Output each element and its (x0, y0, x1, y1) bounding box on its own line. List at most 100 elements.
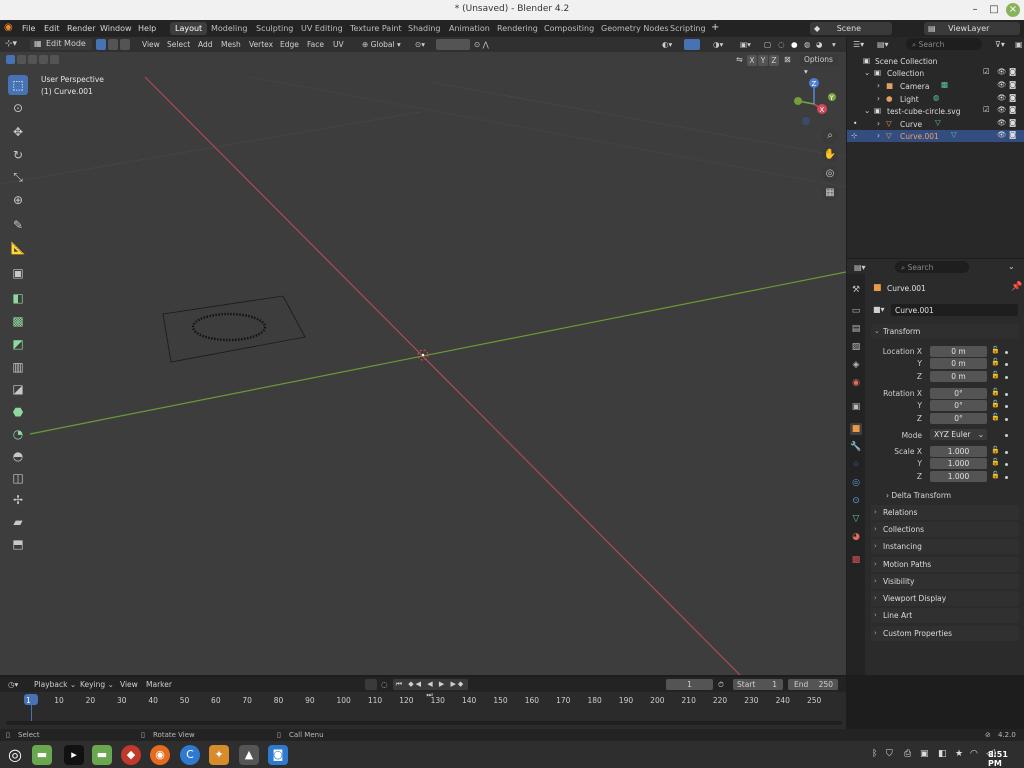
camera-render-icon[interactable]: ◙ (1009, 67, 1016, 76)
keyframe-dot[interactable] (1005, 351, 1008, 354)
axis-toggle-y[interactable]: Y (758, 55, 768, 66)
folder-icon[interactable]: ▬ (92, 745, 112, 765)
edge-slide-tool-icon[interactable]: ◫ (8, 468, 28, 488)
tab-uv-editing[interactable]: UV Editing (296, 22, 348, 35)
menu-edit[interactable]: Edit (44, 24, 60, 33)
spin-tool-icon[interactable]: ◔ (8, 424, 28, 444)
outliner-search-input[interactable]: ⌕ Search (906, 38, 982, 50)
move-tool-icon[interactable]: ✥ (8, 122, 28, 142)
material-tab-icon[interactable]: ◕ (850, 531, 862, 543)
visibility-icon[interactable]: ◐▾ (662, 39, 672, 50)
outliner-row-curve[interactable]: • › ▽ Curve ▽ 👁 ◙ (847, 118, 1024, 130)
toggle-xray-icon[interactable]: ▢ (764, 39, 771, 50)
menu-uv[interactable]: UV (333, 39, 344, 50)
menu-select[interactable]: Select (167, 39, 190, 50)
menu-view[interactable]: View (142, 39, 160, 50)
rendered-shading-icon[interactable]: ◕ (816, 39, 823, 50)
menu-face[interactable]: Face (307, 39, 324, 50)
keyframe-dot[interactable] (1005, 463, 1008, 466)
eye-icon[interactable]: 👁 (997, 105, 1007, 114)
lock-icon[interactable]: 🔓 (991, 371, 1000, 379)
tab-scripting[interactable]: Scripting (665, 22, 711, 35)
eye-icon[interactable]: 👁 (997, 118, 1007, 127)
menu-keying[interactable]: Keying ⌄ (80, 679, 114, 690)
keying-set-icon[interactable]: ◌ (381, 679, 388, 690)
keyframe-dot[interactable] (1005, 363, 1008, 366)
solid-shading-icon[interactable]: ● (791, 39, 798, 50)
viewport-scene[interactable]: Z X Y (0, 37, 846, 675)
zoom-icon[interactable]: ⌕ (822, 128, 838, 144)
camera-render-icon[interactable]: ◙ (1009, 130, 1016, 139)
measure-tool-icon[interactable]: 📐 (8, 238, 28, 258)
keyframe-dot[interactable] (1005, 434, 1008, 437)
keyframe-dot[interactable] (1005, 476, 1008, 479)
rotation-y-field[interactable]: 0° (930, 400, 987, 411)
start-frame-field[interactable]: Start 1 (733, 679, 783, 690)
outliner-row-curve-001[interactable]: ⊹ › ▽ Curve.001 ▽ 👁 ◙ (847, 130, 1024, 142)
eye-icon[interactable]: 👁 (997, 67, 1007, 76)
keyframe-dot[interactable] (1005, 393, 1008, 396)
select-invert-icon[interactable] (39, 55, 48, 64)
keyframe-dot[interactable] (1005, 451, 1008, 454)
panel-visibility[interactable]: › Visibility (871, 574, 1019, 589)
rotation-x-field[interactable]: 0° (930, 388, 987, 399)
scene-selector[interactable]: ◆ Scene (810, 22, 892, 35)
shrink-fatten-tool-icon[interactable]: ✢ (8, 490, 28, 510)
lock-icon[interactable]: ⊠ (784, 55, 791, 64)
output-tab-icon[interactable]: ▤ (850, 323, 862, 335)
blender-logo-icon[interactable]: ◉ (4, 22, 18, 33)
menu-mesh[interactable]: Mesh (221, 39, 241, 50)
gimp-icon[interactable]: ✦ (209, 745, 229, 765)
object-name-field[interactable]: Curve.001 (891, 304, 1018, 316)
tab-shading[interactable]: Shading (403, 22, 446, 35)
location-x-field[interactable]: 0 m (930, 346, 987, 357)
panel-transform[interactable]: ⌄ Transform (871, 324, 1019, 339)
panel-line-art[interactable]: › Line Art (871, 608, 1019, 623)
menu-add[interactable]: Add (198, 39, 213, 50)
location-y-field[interactable]: 0 m (930, 358, 987, 369)
tab-layout[interactable]: Layout (170, 22, 208, 35)
edge-select-icon[interactable] (108, 39, 118, 50)
collection-tab-icon[interactable]: ▣ (850, 401, 862, 413)
playback-controls[interactable]: ⏮ ◆◀ ◀ ▶ ▶◆ ⏭ (393, 679, 468, 699)
mirror-icon[interactable]: ⇋ (736, 55, 743, 64)
menu-marker[interactable]: Marker (146, 679, 172, 690)
tab-compositing[interactable]: Compositing (539, 22, 599, 35)
camera-view-icon[interactable]: ◎ (822, 166, 838, 182)
timeline-editor-icon[interactable]: ◷▾ (8, 679, 18, 690)
chevron-down-icon[interactable]: ⌄ (864, 106, 870, 115)
location-z-field[interactable]: 0 m (930, 371, 987, 382)
rip-tool-icon[interactable]: ⬒ (8, 534, 28, 554)
loop-cut-tool-icon[interactable]: ▥ (8, 357, 28, 377)
lock-icon[interactable]: 🔓 (991, 358, 1000, 366)
view-layer-selector[interactable]: ▤ ViewLayer (924, 22, 1020, 35)
eye-icon[interactable]: 👁 (997, 130, 1007, 139)
current-frame-field[interactable]: 1 (666, 679, 713, 690)
inset-tool-icon[interactable]: ▩ (8, 311, 28, 331)
select-intersect-icon[interactable] (50, 55, 59, 64)
mint-menu-icon[interactable]: ◎ (5, 745, 25, 765)
poly-build-tool-icon[interactable]: ⬣ (8, 402, 28, 422)
tab-geometry-nodes[interactable]: Geometry Nodes (596, 22, 673, 35)
object-type-icon[interactable]: ■▾ (873, 305, 885, 314)
lock-icon[interactable]: 🔓 (991, 446, 1000, 454)
star-icon[interactable]: ★ (955, 749, 963, 759)
eye-icon[interactable]: 👁 (997, 93, 1007, 102)
menu-vertex[interactable]: Vertex (249, 39, 273, 50)
smooth-tool-icon[interactable]: ◓ (8, 446, 28, 466)
lock-icon[interactable]: 🔓 (991, 400, 1000, 408)
constraints-tab-icon[interactable]: ⊙ (850, 495, 862, 507)
pivot-icon[interactable]: ⊙▾ (415, 39, 425, 50)
select-box-tool-icon[interactable]: ⬚ (8, 75, 28, 95)
mode-selector[interactable]: ▦ Edit Mode (30, 39, 92, 50)
properties-search-input[interactable]: ⌕ Search (895, 261, 969, 273)
wireframe-shading-icon[interactable]: ◌ (778, 39, 785, 50)
knife-tool-icon[interactable]: ◪ (8, 379, 28, 399)
render-tab-icon[interactable]: ▭ (850, 305, 862, 317)
add-cube-tool-icon[interactable]: ▣ (8, 263, 28, 283)
editor-type-icon[interactable]: ⊹▾ (5, 39, 17, 50)
scale-z-field[interactable]: 1.000 (930, 471, 987, 482)
xray-icon[interactable]: ▣▾ (740, 39, 751, 50)
app-red-icon[interactable]: ◆ (121, 745, 141, 765)
options-dropdown[interactable]: Options ▾ (800, 54, 838, 76)
